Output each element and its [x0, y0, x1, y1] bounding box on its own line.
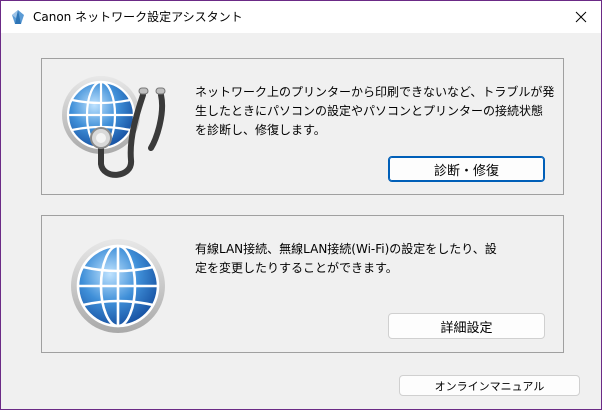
advanced-description-line: 有線LAN接続、無線LAN接続(Wi-Fi)の設定をしたり、設: [195, 242, 497, 256]
advanced-settings-button[interactable]: 詳細設定: [388, 313, 545, 339]
advanced-description: 有線LAN接続、無線LAN接続(Wi-Fi)の設定をしたり、設 定を変更したりす…: [195, 240, 555, 278]
window-title: Canon ネットワーク設定アシスタント: [33, 10, 243, 24]
diagnose-description-line: ネットワーク上のプリンターから印刷できないなど、トラブルが発: [195, 85, 555, 99]
globe-icon: [69, 237, 167, 335]
diagnose-description: ネットワーク上のプリンターから印刷できないなど、トラブルが発 生したときにパソコ…: [195, 83, 555, 140]
close-button[interactable]: [561, 1, 601, 33]
canon-app-icon: [10, 9, 26, 25]
advanced-panel: 有線LAN接続、無線LAN接続(Wi-Fi)の設定をしたり、設 定を変更したりす…: [41, 215, 564, 353]
diagnose-description-line: を診断し、修復します。: [195, 123, 326, 137]
title-bar[interactable]: Canon ネットワーク設定アシスタント: [1, 1, 601, 33]
online-manual-button[interactable]: オンラインマニュアル: [399, 375, 580, 396]
close-icon: [575, 8, 587, 27]
diagnose-description-line: 生したときにパソコンの設定やパソコンとプリンターの接続状態: [195, 104, 544, 118]
diagnose-panel: ネットワーク上のプリンターから印刷できないなど、トラブルが発 生したときにパソコ…: [41, 58, 564, 195]
diagnose-repair-button[interactable]: 診断・修復: [388, 156, 545, 182]
advanced-description-line: 定を変更したりすることができます。: [195, 261, 398, 275]
app-window: Canon ネットワーク設定アシスタント ネットワーク上のプリンターから印刷でき…: [0, 0, 602, 410]
globe-stethoscope-icon: [61, 68, 171, 190]
